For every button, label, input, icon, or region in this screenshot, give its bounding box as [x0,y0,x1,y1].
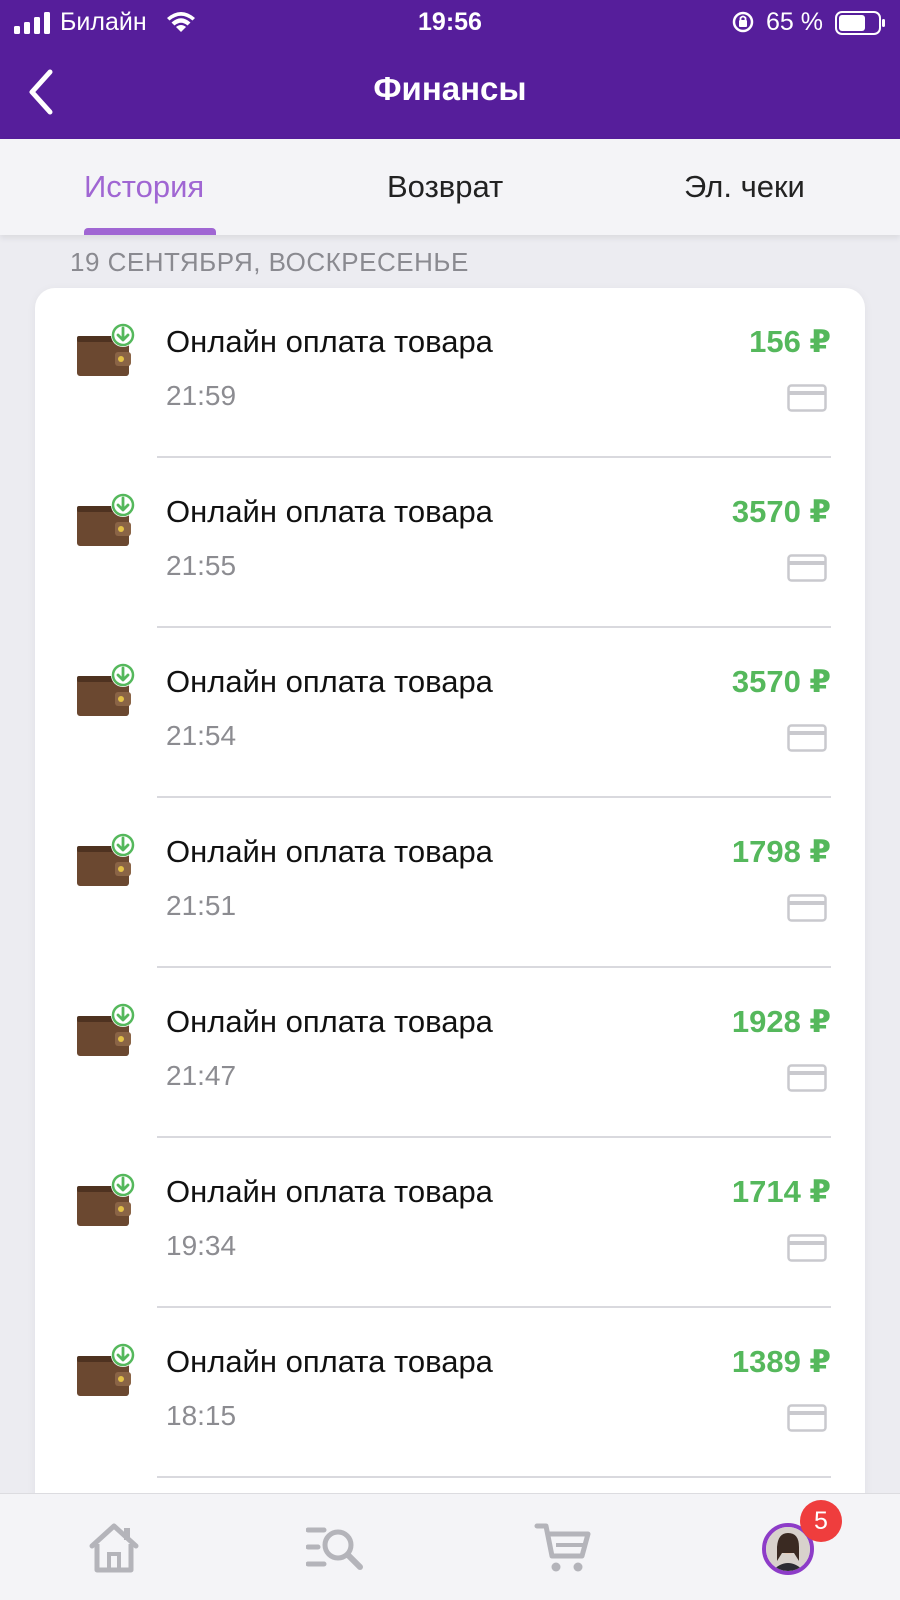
wallet-incoming-icon [77,493,135,546]
credit-card-icon [787,724,827,752]
transaction-time: 21:47 [166,1060,237,1091]
transaction-title: Онлайн оплата товара [166,324,493,359]
transaction-time: 18:15 [166,1400,237,1431]
tab-e-receipts[interactable]: Эл. чеки [684,169,805,205]
credit-card-icon [787,554,827,582]
notification-badge: 5 [800,1500,842,1542]
transaction-title: Онлайн оплата товара [166,494,493,529]
transaction-row[interactable]: Онлайн оплата товара 21:47 1928 ₽ [35,968,865,1138]
transaction-amount: 3570 ₽ [731,494,831,529]
wallet-incoming-icon [77,663,135,716]
transaction-title: Онлайн оплата товара [166,1344,493,1379]
wallet-incoming-icon [77,1003,135,1056]
transaction-title: Онлайн оплата товара [166,664,493,699]
transaction-title: Онлайн оплата товара [166,1004,493,1039]
transaction-row[interactable]: Онлайн оплата товара 18:15 1389 ₽ [35,1308,865,1478]
wallet-incoming-icon [77,833,135,886]
app-header: Билайн 19:56 65 % Финансы [0,0,900,139]
transaction-time: 21:51 [166,890,237,921]
page-title: Финансы [373,70,527,107]
transaction-amount: 1928 ₽ [731,1004,831,1039]
transaction-row[interactable]: Онлайн оплата товара 21:54 3570 ₽ [35,628,865,798]
transaction-title: Онлайн оплата товара [166,834,493,869]
catalog-search-icon[interactable] [306,1520,366,1576]
cart-icon[interactable] [534,1520,594,1576]
transaction-row[interactable]: Онлайн оплата товара 19:34 1714 ₽ [35,1138,865,1308]
transaction-row[interactable]: Онлайн оплата товара 21:55 3570 ₽ [35,458,865,628]
orientation-lock-icon [732,11,754,33]
credit-card-icon [787,384,827,412]
status-bar: Билайн 19:56 65 % [0,0,900,46]
credit-card-icon [787,1404,827,1432]
status-time: 19:56 [418,8,482,36]
wallet-incoming-icon [77,1343,135,1396]
transaction-amount: 1798 ₽ [731,834,831,869]
battery-icon [835,11,885,35]
battery-percent: 65 % [766,8,823,36]
transaction-time: 21:59 [166,380,237,411]
transaction-amount: 156 ₽ [749,324,831,359]
transaction-row[interactable]: Онлайн оплата товара 21:51 1798 ₽ [35,798,865,968]
tab-history[interactable]: История [84,169,204,205]
wallet-incoming-icon [77,1173,135,1226]
transaction-amount: 3570 ₽ [731,664,831,699]
transaction-title: Онлайн оплата товара [166,1174,493,1209]
home-icon[interactable] [84,1520,144,1576]
transaction-row[interactable]: Онлайн оплата товара 21:59 156 ₽ [35,288,865,458]
transaction-time: 21:55 [166,550,237,581]
transaction-amount: 1389 ₽ [731,1344,831,1379]
transaction-amount: 1714 ₽ [731,1174,831,1209]
active-tab-indicator [84,228,216,235]
credit-card-icon [787,1234,827,1262]
date-section-header: 19 СЕНТЯБРЯ, ВОСКРЕСЕНЬЕ [70,247,469,277]
tab-bar: История Возврат Эл. чеки [0,139,900,235]
transactions-card: Онлайн оплата товара 21:59 156 ₽ Онлайн … [35,288,865,1600]
tab-refund[interactable]: Возврат [387,169,503,205]
credit-card-icon [787,894,827,922]
row-divider [157,1476,831,1478]
transaction-time: 19:34 [166,1230,237,1261]
credit-card-icon [787,1064,827,1092]
wallet-incoming-icon [77,323,135,376]
transaction-time: 21:54 [166,720,237,751]
